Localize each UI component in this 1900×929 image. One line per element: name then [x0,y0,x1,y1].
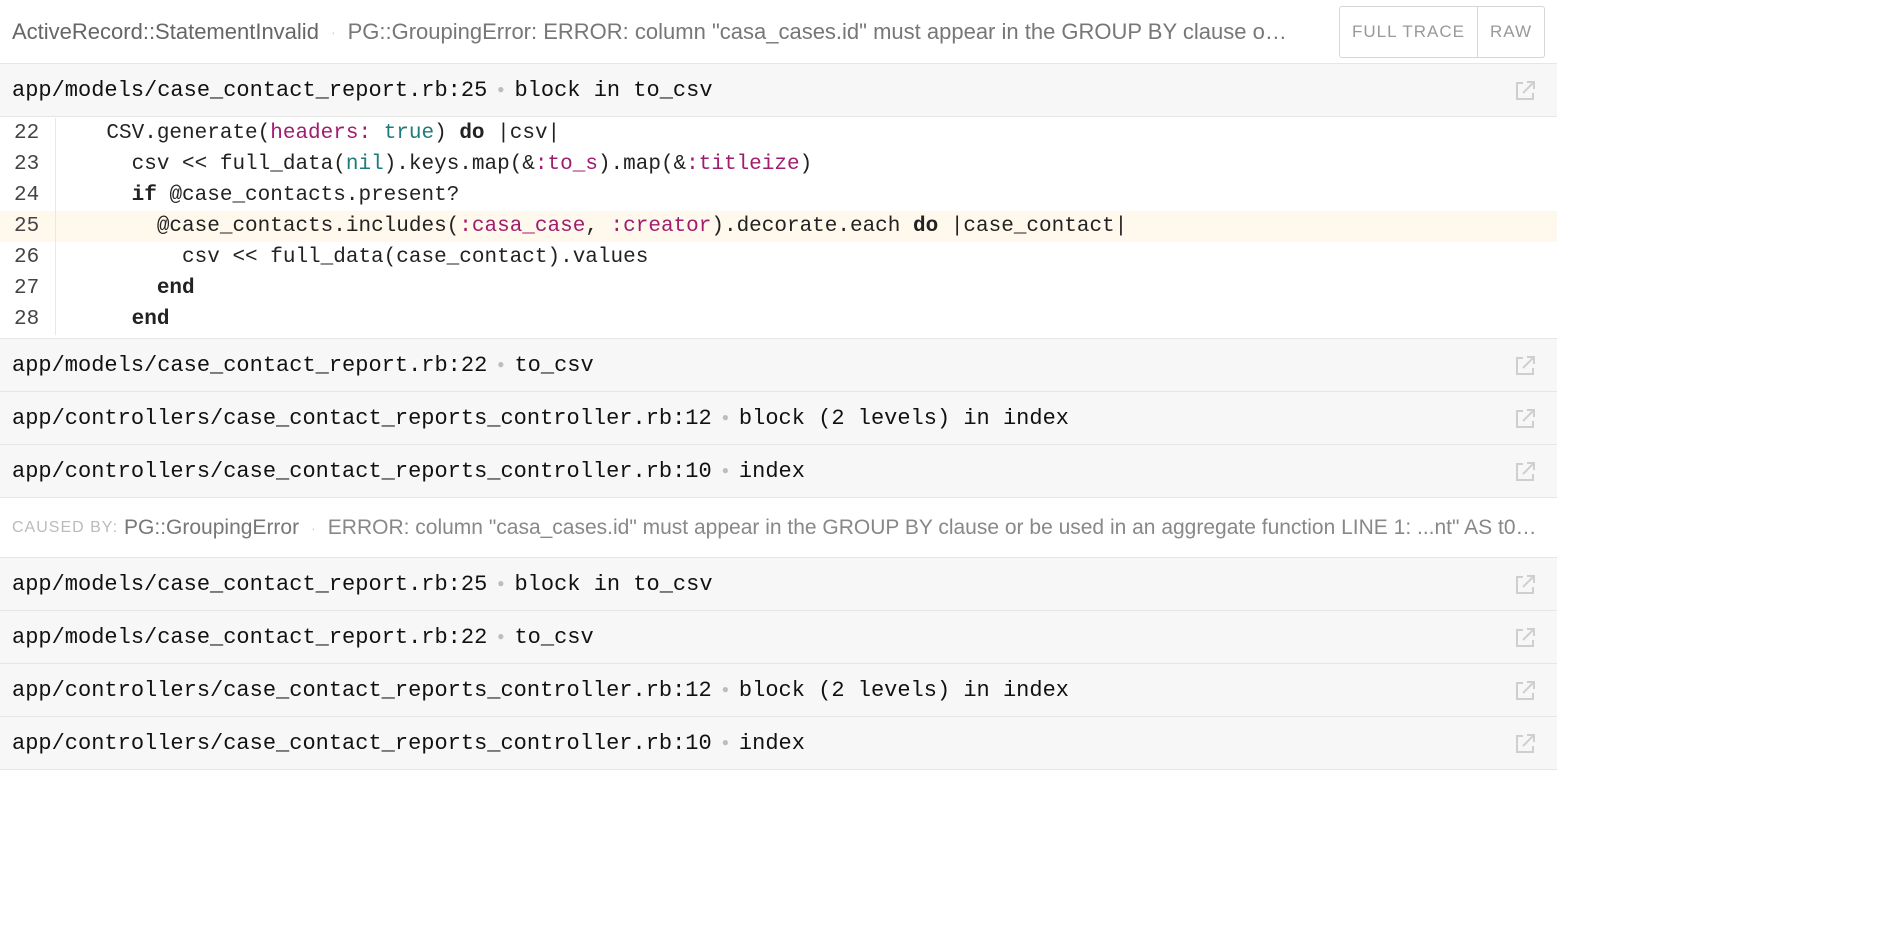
external-link-icon[interactable] [1513,573,1537,597]
frame-method: block in to_csv [514,571,713,597]
separator-dot: ● [721,736,729,750]
frame-file: app/models/case_contact_report.rb:25 [12,77,488,103]
backtrace-frame[interactable]: app/models/case_contact_report.rb:22 ● t… [0,611,1557,664]
backtrace-frame[interactable]: app/models/case_contact_report.rb:22 ● t… [0,339,1557,392]
external-link-icon[interactable] [1513,79,1537,103]
code-text: end [131,308,170,331]
code-line: 24 if @case_contacts.present? [0,180,1557,211]
separator-dot: ● [497,577,505,591]
caused-by-header: CAUSED BY: PG::GroupingError · ERROR: co… [0,498,1557,558]
frame-method: to_csv [514,352,594,378]
frame-method: block (2 levels) in index [738,677,1069,703]
backtrace-frame[interactable]: app/controllers/case_contact_reports_con… [0,445,1557,498]
cause-error-message: ERROR: column "casa_cases.id" must appea… [327,515,1545,539]
frame-file: app/controllers/case_contact_reports_con… [12,677,712,703]
line-number: 24 [0,180,56,211]
raw-button[interactable]: RAW [1477,5,1545,58]
backtrace-frame[interactable]: app/controllers/case_contact_reports_con… [0,717,1557,770]
external-link-icon[interactable] [1513,679,1537,703]
external-link-icon[interactable] [1513,407,1537,431]
backtrace-frame[interactable]: app/controllers/case_contact_reports_con… [0,664,1557,717]
line-number: 26 [0,242,56,273]
error-message: PG::GroupingError: ERROR: column "casa_c… [347,18,1287,44]
code-line: 28 end [0,304,1557,335]
line-number: 23 [0,149,56,180]
full-trace-button[interactable]: FULL TRACE [1338,5,1478,58]
code-text: csv << full_data(case_contact).values [182,246,649,269]
line-number: 22 [0,118,56,149]
code-text: if @case_contacts.present? [131,184,460,207]
backtrace-frame[interactable]: app/models/case_contact_report.rb:25 ● b… [0,64,1557,117]
frame-file: app/models/case_contact_report.rb:22 [12,624,488,650]
frame-file: app/controllers/case_contact_reports_con… [12,405,712,431]
frame-method: block (2 levels) in index [738,405,1069,431]
frame-file: app/models/case_contact_report.rb:22 [12,352,488,378]
backtrace-frame[interactable]: app/models/case_contact_report.rb:25 ● b… [0,558,1557,611]
error-class: ActiveRecord::StatementInvalid [12,18,319,44]
code-snippet: 22 CSV.generate(headers: true) do |csv| … [0,117,1557,339]
external-link-icon[interactable] [1513,460,1537,484]
code-line: 27 end [0,273,1557,304]
frame-method: index [738,730,805,756]
separator-dot: · [311,519,316,536]
backtrace-frame[interactable]: app/controllers/case_contact_reports_con… [0,392,1557,445]
trace-toggle: FULL TRACE RAW [1338,5,1545,58]
frame-method: to_csv [514,624,594,650]
code-line: 23 csv << full_data(nil).keys.map(&:to_s… [0,149,1557,180]
code-line: 26 csv << full_data(case_contact).values [0,242,1557,273]
external-link-icon[interactable] [1513,732,1537,756]
external-link-icon[interactable] [1513,626,1537,650]
frame-method: index [738,458,805,484]
separator-dot: ● [721,411,729,425]
error-page: ActiveRecord::StatementInvalid · PG::Gro… [0,0,1557,770]
cause-error-class: PG::GroupingError [124,515,300,539]
separator-dot: ● [721,464,729,478]
code-text: end [156,277,195,300]
line-number: 27 [0,273,56,304]
frame-method: block in to_csv [514,77,713,103]
line-number: 28 [0,304,56,335]
caused-by-label: CAUSED BY: [12,518,119,536]
frame-file: app/models/case_contact_report.rb:25 [12,571,488,597]
frame-file: app/controllers/case_contact_reports_con… [12,458,712,484]
separator-dot: ● [721,683,729,697]
frame-file: app/controllers/case_contact_reports_con… [12,730,712,756]
code-text: CSV.generate(headers: true) do |csv| [106,122,561,145]
code-line-active: 25 @case_contacts.includes(:casa_case, :… [0,211,1557,242]
code-text: csv << full_data(nil).keys.map(&:to_s).m… [131,153,813,176]
line-number: 25 [0,211,56,242]
separator-dot: ● [497,630,505,644]
error-header: ActiveRecord::StatementInvalid · PG::Gro… [0,0,1557,64]
code-text: @case_contacts.includes(:casa_case, :cre… [156,215,1128,238]
code-line: 22 CSV.generate(headers: true) do |csv| [0,118,1557,149]
external-link-icon[interactable] [1513,354,1537,378]
separator-dot: ● [497,83,505,97]
separator-dot: ● [497,358,505,372]
separator-dot: · [330,23,336,40]
